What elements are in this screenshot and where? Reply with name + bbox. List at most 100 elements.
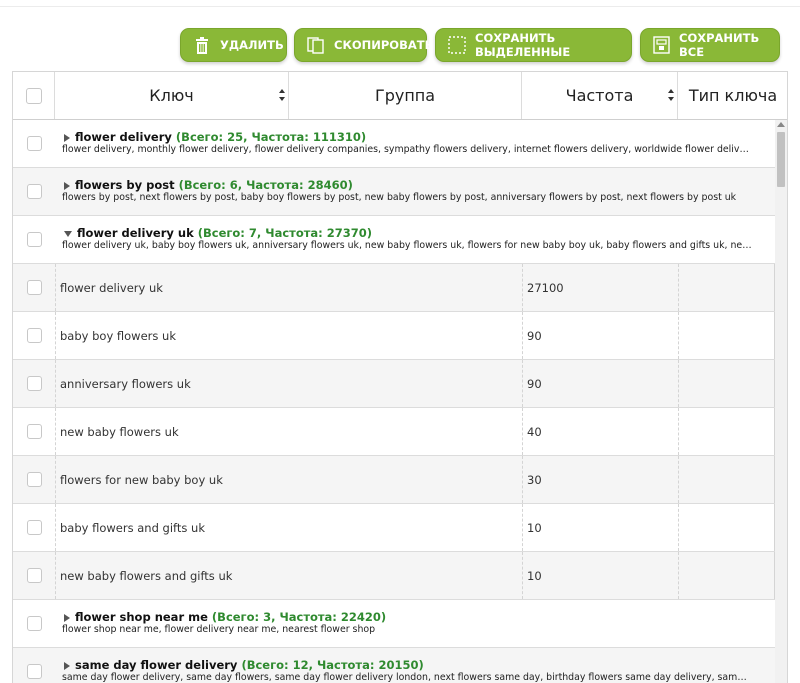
group-keywords: flowers by post, next flowers by post, b…: [62, 192, 737, 203]
row-checkbox[interactable]: [26, 136, 42, 151]
frequency-cell: 40: [522, 408, 678, 455]
expand-icon[interactable]: [64, 661, 70, 670]
column-header-key[interactable]: Ключ: [55, 72, 289, 119]
group-stats: (Всего: 7, Частота: 27370): [197, 226, 373, 240]
delete-label: УДАЛИТЬ: [220, 38, 284, 52]
group-stats: (Всего: 12, Частота: 20150): [241, 658, 424, 672]
column-header-frequency[interactable]: Частота: [522, 72, 678, 119]
table-row[interactable]: new baby flowers and gifts uk 10: [13, 552, 775, 600]
frequency-cell: 10: [522, 504, 678, 551]
group-name: same day flower delivery: [75, 658, 238, 672]
save-all-button[interactable]: СОХРАНИТЬ ВСЕ: [640, 28, 780, 62]
type-cell: [678, 312, 775, 359]
sort-icon: [668, 89, 674, 101]
group-name: flower delivery: [75, 130, 172, 144]
group-row[interactable]: flowers by post (Всего: 6, Частота: 2846…: [13, 168, 775, 216]
row-checkbox[interactable]: [26, 280, 42, 295]
row-checkbox[interactable]: [26, 424, 42, 439]
group-row[interactable]: flower shop near me (Всего: 3, Частота: …: [13, 600, 775, 648]
type-cell: [678, 408, 775, 455]
header-select-all: [13, 72, 55, 119]
frequency-cell: 27100: [522, 264, 678, 311]
save-selected-button[interactable]: СОХРАНИТЬ ВЫДЕЛЕННЫЕ: [435, 28, 632, 62]
copy-label: СКОПИРОВАТЬ: [334, 38, 434, 52]
key-cell: flower delivery uk: [55, 264, 289, 311]
keywords-table: Ключ Группа Частота Тип ключа flower del…: [12, 71, 788, 683]
expand-icon[interactable]: [64, 133, 70, 142]
column-header-group: Группа: [289, 72, 522, 119]
collapse-icon[interactable]: [64, 230, 72, 237]
type-cell: [678, 456, 775, 503]
group-keywords: flower delivery, monthly flower delivery…: [62, 144, 752, 155]
table-row[interactable]: anniversary flowers uk 90: [13, 360, 775, 408]
group-cell: [289, 360, 522, 407]
column-header-type: Тип ключа: [678, 72, 787, 119]
table-row[interactable]: flowers for new baby boy uk 30: [13, 456, 775, 504]
row-checkbox[interactable]: [26, 376, 42, 391]
group-row[interactable]: flower delivery (Всего: 25, Частота: 111…: [13, 120, 775, 168]
type-cell: [678, 504, 775, 551]
key-cell: new baby flowers and gifts uk: [55, 552, 289, 599]
group-keywords: flower shop near me, flower delivery nea…: [62, 624, 376, 635]
trash-icon: [193, 36, 211, 54]
row-checkbox[interactable]: [26, 616, 42, 631]
copy-icon: [307, 36, 325, 54]
group-name: flower delivery uk: [77, 226, 194, 240]
frequency-cell: 90: [522, 312, 678, 359]
scrollbar-thumb[interactable]: [777, 132, 785, 187]
toolbar: УДАЛИТЬ СКОПИРОВАТЬ СОХРАНИТЬ ВЫДЕЛЕННЫЕ…: [0, 28, 800, 62]
group-stats: (Всего: 3, Частота: 22420): [211, 610, 387, 624]
row-checkbox[interactable]: [26, 568, 42, 583]
group-row[interactable]: flower delivery uk (Всего: 7, Частота: 2…: [13, 216, 775, 264]
column-key-label: Ключ: [149, 86, 194, 105]
group-title[interactable]: same day flower delivery (Всего: 12, Час…: [64, 658, 424, 672]
select-all-checkbox[interactable]: [25, 87, 42, 104]
table-row[interactable]: baby flowers and gifts uk 10: [13, 504, 775, 552]
row-checkbox[interactable]: [26, 184, 42, 199]
scroll-up-icon[interactable]: [777, 122, 785, 127]
row-checkbox[interactable]: [26, 328, 42, 343]
group-row[interactable]: same day flower delivery (Всего: 12, Час…: [13, 648, 775, 683]
frequency-cell: 30: [522, 456, 678, 503]
table-row[interactable]: baby boy flowers uk 90: [13, 312, 775, 360]
group-title[interactable]: flower delivery (Всего: 25, Частота: 111…: [64, 130, 366, 144]
table-row[interactable]: flower delivery uk 27100: [13, 264, 775, 312]
expand-icon[interactable]: [64, 613, 70, 622]
column-group-label: Группа: [374, 86, 436, 105]
group-cell: [289, 552, 522, 599]
type-cell: [678, 264, 775, 311]
group-title[interactable]: flower delivery uk (Всего: 7, Частота: 2…: [64, 226, 372, 240]
top-divider: [0, 6, 800, 7]
key-cell: baby boy flowers uk: [55, 312, 289, 359]
copy-button[interactable]: СКОПИРОВАТЬ: [294, 28, 433, 62]
save-all-label: СОХРАНИТЬ ВСЕ: [679, 31, 760, 59]
group-name: flower shop near me: [75, 610, 208, 624]
row-checkbox[interactable]: [26, 232, 42, 247]
group-title[interactable]: flower shop near me (Всего: 3, Частота: …: [64, 610, 386, 624]
vertical-scrollbar[interactable]: [775, 120, 787, 683]
row-checkbox[interactable]: [26, 664, 42, 679]
table-row[interactable]: new baby flowers uk 40: [13, 408, 775, 456]
group-stats: (Всего: 25, Частота: 111310): [175, 130, 367, 144]
delete-button[interactable]: УДАЛИТЬ: [180, 28, 287, 62]
row-checkbox[interactable]: [26, 520, 42, 535]
expand-icon[interactable]: [64, 181, 70, 190]
group-name: flowers by post: [75, 178, 175, 192]
type-cell: [678, 360, 775, 407]
group-title[interactable]: flowers by post (Всего: 6, Частота: 2846…: [64, 178, 353, 192]
key-cell: anniversary flowers uk: [55, 360, 289, 407]
table-header: Ключ Группа Частота Тип ключа: [13, 72, 787, 120]
sort-icon: [279, 89, 285, 101]
column-type-label: Тип ключа: [688, 86, 778, 105]
row-checkbox[interactable]: [26, 472, 42, 487]
group-cell: [289, 456, 522, 503]
group-stats: (Всего: 6, Частота: 28460): [178, 178, 353, 192]
group-cell: [289, 504, 522, 551]
selection-icon: [448, 36, 466, 54]
frequency-cell: 90: [522, 360, 678, 407]
group-keywords: flower delivery uk, baby boy flowers uk,…: [62, 240, 752, 251]
key-cell: flowers for new baby boy uk: [55, 456, 289, 503]
key-cell: new baby flowers uk: [55, 408, 289, 455]
save-icon: [653, 36, 670, 54]
key-cell: baby flowers and gifts uk: [55, 504, 289, 551]
